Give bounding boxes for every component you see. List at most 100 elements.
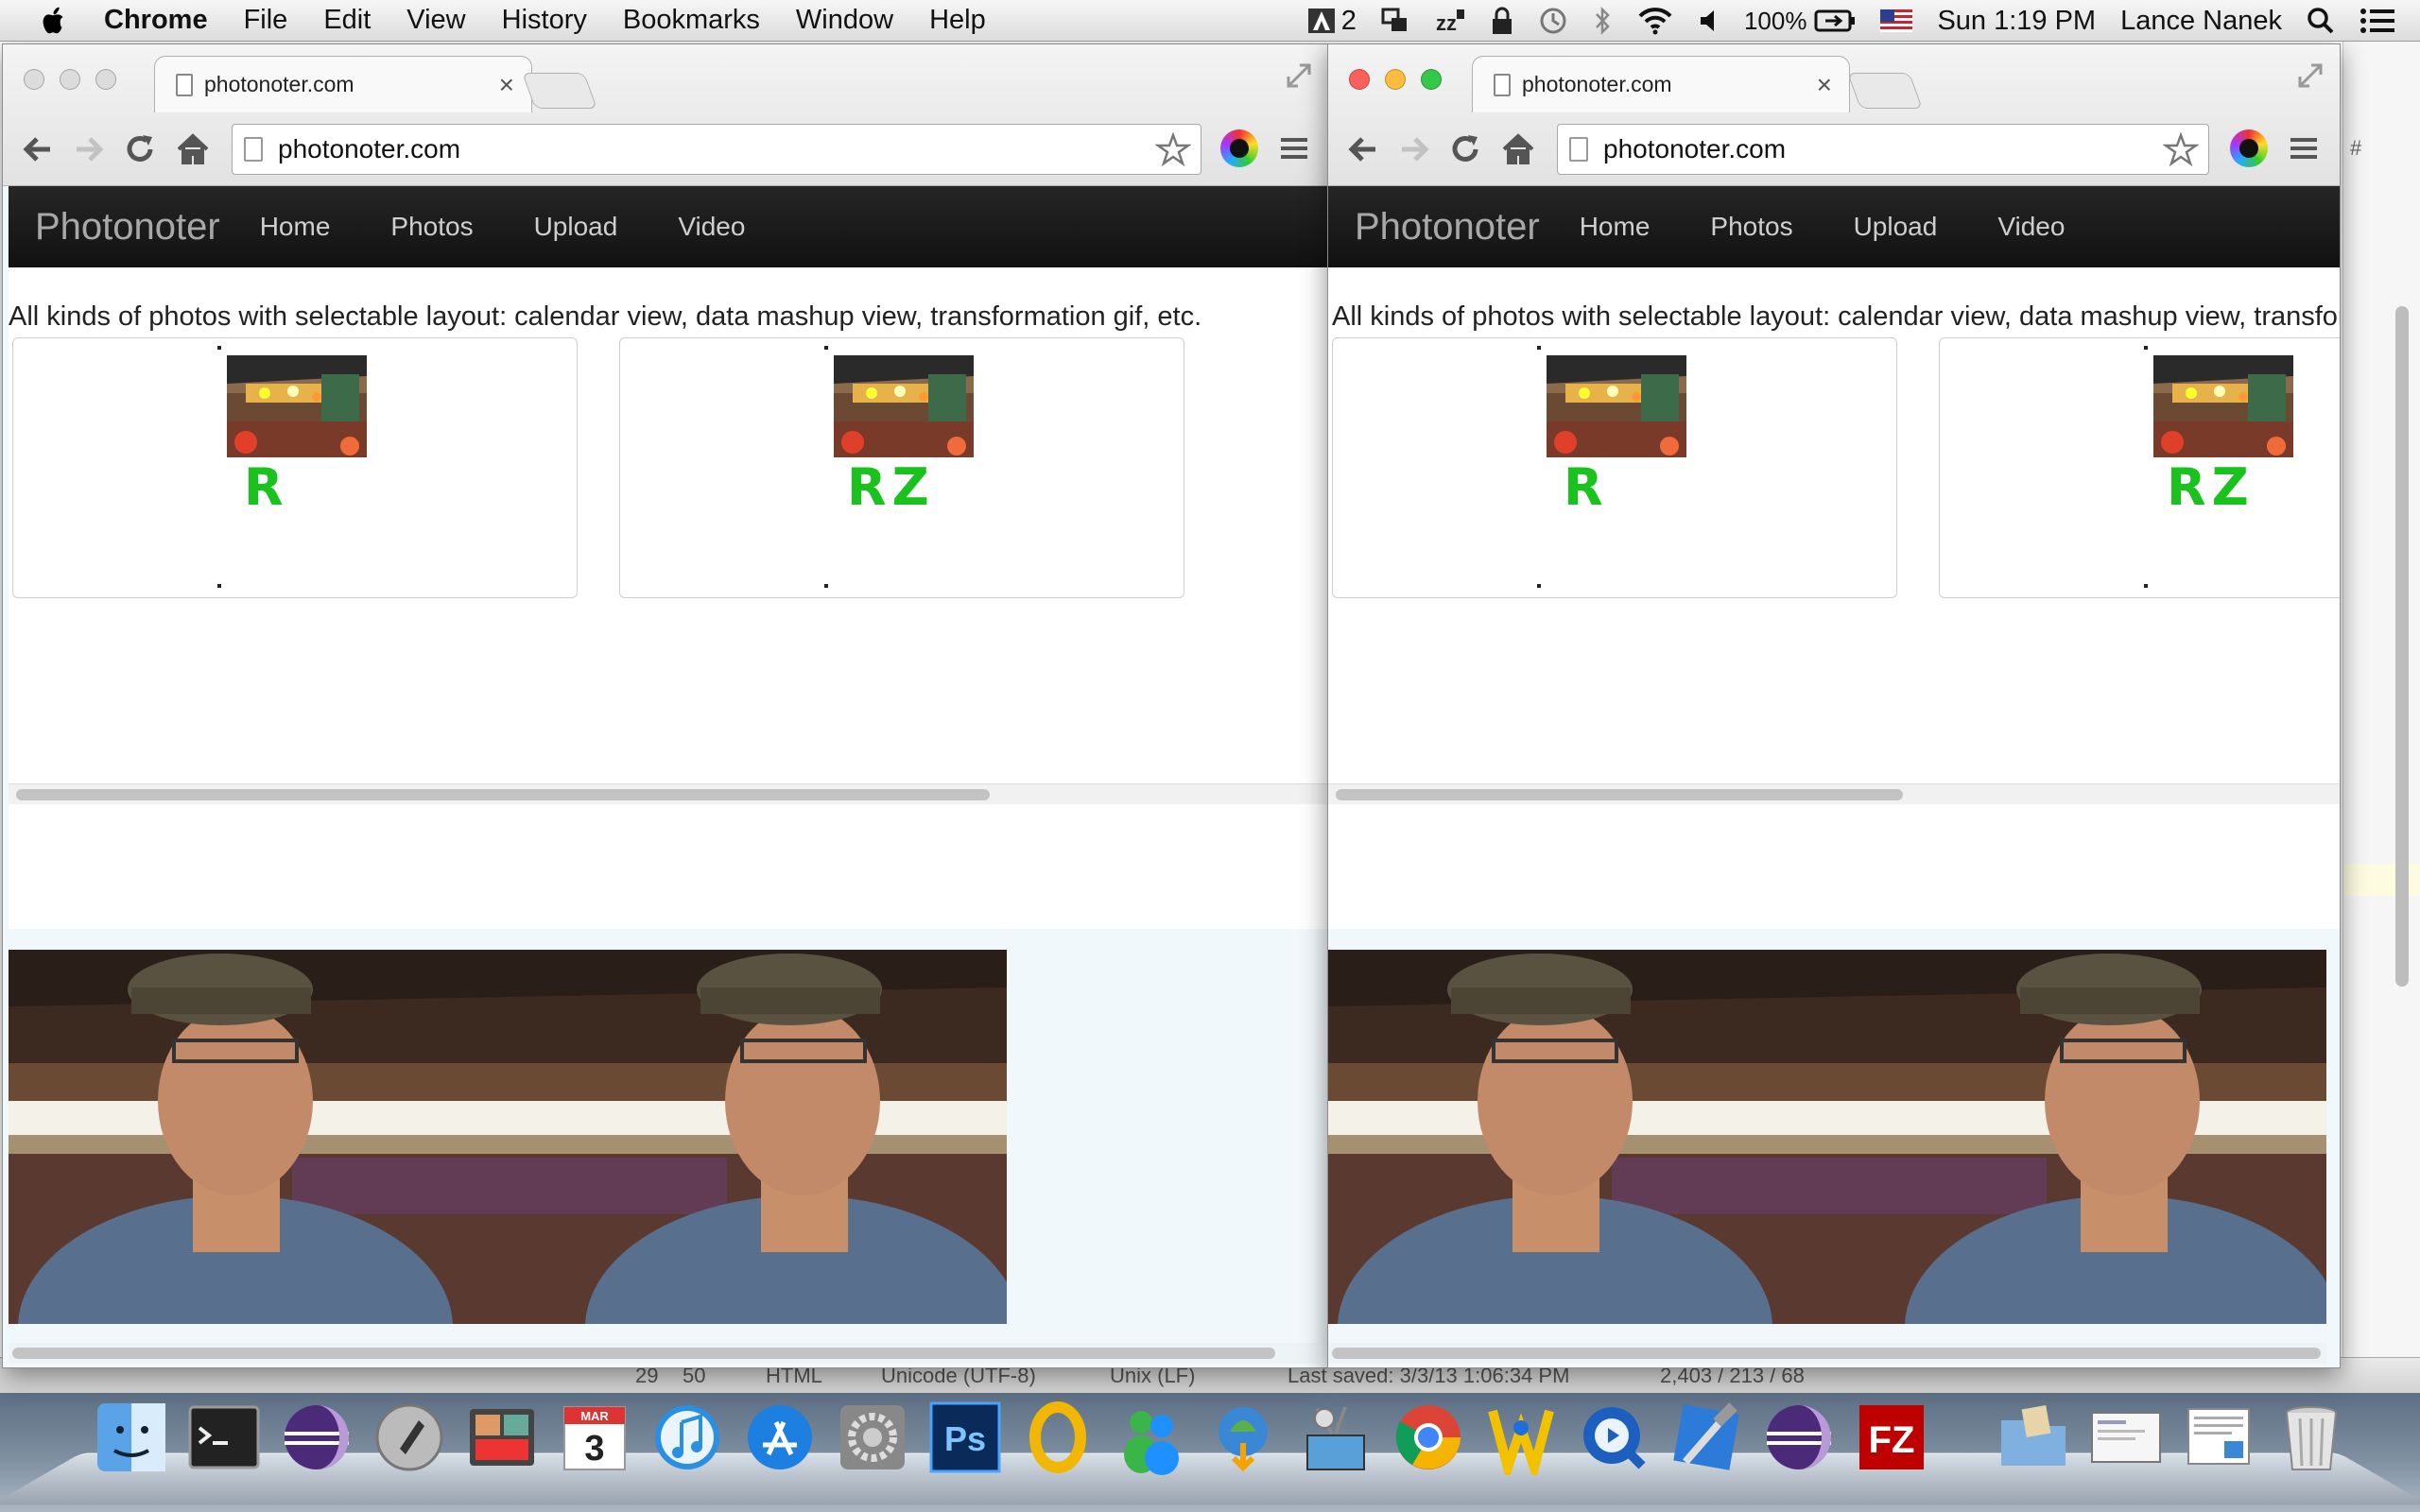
nav-video[interactable]: Video <box>1997 212 2065 242</box>
extension-icon[interactable] <box>2230 129 2268 167</box>
opera-icon[interactable] <box>1017 1397 1098 1478</box>
menu-app-name[interactable]: Chrome <box>104 5 208 36</box>
itunes-icon[interactable] <box>647 1397 728 1478</box>
close-window-button[interactable] <box>24 69 44 90</box>
messenger-icon[interactable] <box>1110 1397 1191 1478</box>
photo-card[interactable]: RZ <box>1939 337 2340 598</box>
bookmark-star-icon[interactable] <box>2163 132 2199 168</box>
nav-home[interactable]: Home <box>1580 212 1651 242</box>
screenshot-icon[interactable] <box>2085 1397 2167 1478</box>
photo-thumbnail[interactable] <box>227 355 367 457</box>
new-tab-button[interactable] <box>522 73 597 109</box>
scrollbar-thumb[interactable] <box>1332 1348 2321 1359</box>
minimize-window-button[interactable] <box>1385 69 1406 90</box>
forward-icon[interactable] <box>71 131 107 167</box>
bluetooth-icon[interactable] <box>1593 6 1612 36</box>
browser-tab[interactable]: photonoter.com × <box>1472 56 1850 112</box>
browser-tab[interactable]: photonoter.com × <box>154 56 532 112</box>
home-icon[interactable] <box>175 131 211 167</box>
clock[interactable]: Sun 1:19 PM <box>1937 6 2096 37</box>
photo-card[interactable]: RZ <box>619 337 1184 598</box>
flow-icon[interactable] <box>1480 1397 1562 1478</box>
address-bar[interactable]: photonoter.com <box>232 124 1201 175</box>
nav-photos[interactable]: Photos <box>390 212 473 242</box>
extension-icon[interactable] <box>1220 129 1258 167</box>
time-machine-icon[interactable] <box>1538 6 1568 36</box>
menu-history[interactable]: History <box>502 5 587 36</box>
nav-upload[interactable]: Upload <box>534 212 618 242</box>
app-store-icon[interactable] <box>739 1397 821 1478</box>
back-icon[interactable] <box>20 131 56 167</box>
nav-video[interactable]: Video <box>678 212 745 242</box>
menu-help[interactable]: Help <box>929 5 986 36</box>
volume-icon[interactable] <box>1699 8 1720 34</box>
editor-scrollbar[interactable] <box>2395 306 2409 987</box>
lock-icon[interactable] <box>1491 7 1513 35</box>
photo-thumbnail[interactable] <box>2153 355 2293 457</box>
network-icon[interactable] <box>1295 1397 1376 1478</box>
reload-icon[interactable] <box>122 131 158 167</box>
new-tab-button[interactable] <box>1847 73 1923 109</box>
quicktime-icon[interactable] <box>1573 1397 1654 1478</box>
page-horizontal-scrollbar[interactable] <box>1328 1343 2326 1364</box>
battery-icon[interactable] <box>1814 9 1856 33</box>
site-brand[interactable]: Photonoter <box>35 206 220 249</box>
calendar-icon[interactable]: MAR 3 <box>554 1397 635 1478</box>
menu-window[interactable]: Window <box>796 5 893 36</box>
close-tab-icon[interactable]: × <box>499 70 514 100</box>
photo-card[interactable]: R <box>1332 337 1897 598</box>
notification-center-icon[interactable] <box>2360 8 2395 34</box>
scrollbar-thumb[interactable] <box>12 1348 1275 1359</box>
xcode-icon[interactable] <box>1666 1397 1747 1478</box>
address-bar[interactable]: photonoter.com <box>1557 124 2209 175</box>
user-name[interactable]: Lance Nanek <box>2120 6 2282 37</box>
zoom-window-button[interactable] <box>1421 69 1442 90</box>
photo-booth-icon[interactable] <box>461 1397 543 1478</box>
terminal-icon[interactable] <box>183 1397 265 1478</box>
zoom-window-button[interactable] <box>95 69 116 90</box>
nav-photos[interactable]: Photos <box>1710 212 1792 242</box>
menu-view[interactable]: View <box>406 5 465 36</box>
minimize-window-button[interactable] <box>60 69 80 90</box>
reload-icon[interactable] <box>1447 131 1483 167</box>
menu-edit[interactable]: Edit <box>323 5 371 36</box>
apple-icon[interactable] <box>36 3 72 39</box>
close-window-button[interactable] <box>1349 69 1370 90</box>
nav-upload[interactable]: Upload <box>1854 212 1938 242</box>
system-preferences-icon[interactable] <box>832 1397 913 1478</box>
menu-bookmarks[interactable]: Bookmarks <box>623 5 760 36</box>
home-icon[interactable] <box>1500 131 1536 167</box>
launchpad-icon[interactable] <box>369 1397 450 1478</box>
forward-icon[interactable] <box>1396 131 1432 167</box>
adobe-status[interactable]: 2 <box>1307 6 1357 37</box>
battery-percent[interactable]: 100% <box>1744 7 1807 36</box>
folder-icon[interactable] <box>1993 1397 2074 1478</box>
eclipse-icon[interactable] <box>1758 1397 1840 1478</box>
trash-icon[interactable] <box>2271 1397 2352 1478</box>
document-icon[interactable] <box>2178 1397 2259 1478</box>
spotlight-search-icon[interactable] <box>2307 7 2335 35</box>
sleep-icon[interactable]: zz <box>1434 8 1466 34</box>
frame-horizontal-scrollbar[interactable] <box>1328 783 2340 804</box>
fullscreen-icon[interactable] <box>2296 61 2325 90</box>
bookmark-star-icon[interactable] <box>1155 132 1191 168</box>
photoshop-icon[interactable]: Ps <box>925 1397 1006 1478</box>
wifi-icon[interactable] <box>1636 7 1674 35</box>
chrome-menu-icon[interactable] <box>1279 133 1309 163</box>
page-horizontal-scrollbar[interactable] <box>9 1343 1319 1364</box>
frame-horizontal-scrollbar[interactable] <box>9 783 1328 804</box>
photo-thumbnail[interactable] <box>1547 355 1686 457</box>
combined-webcam-photo[interactable] <box>9 950 1007 1324</box>
filezilla-icon[interactable]: FZ <box>1851 1397 1932 1478</box>
site-brand[interactable]: Photonoter <box>1355 206 1540 249</box>
window-switch-icon[interactable] <box>1381 8 1409 34</box>
photo-thumbnail[interactable] <box>834 355 974 457</box>
us-flag-icon[interactable] <box>1880 9 1913 32</box>
close-tab-icon[interactable]: × <box>1817 70 1832 100</box>
finder-icon[interactable] <box>91 1397 172 1478</box>
downloader-icon[interactable] <box>1202 1397 1284 1478</box>
scrollbar-thumb[interactable] <box>16 789 990 800</box>
fullscreen-icon[interactable] <box>1285 61 1313 90</box>
chrome-icon[interactable] <box>1388 1397 1469 1478</box>
chrome-menu-icon[interactable] <box>2289 133 2319 163</box>
